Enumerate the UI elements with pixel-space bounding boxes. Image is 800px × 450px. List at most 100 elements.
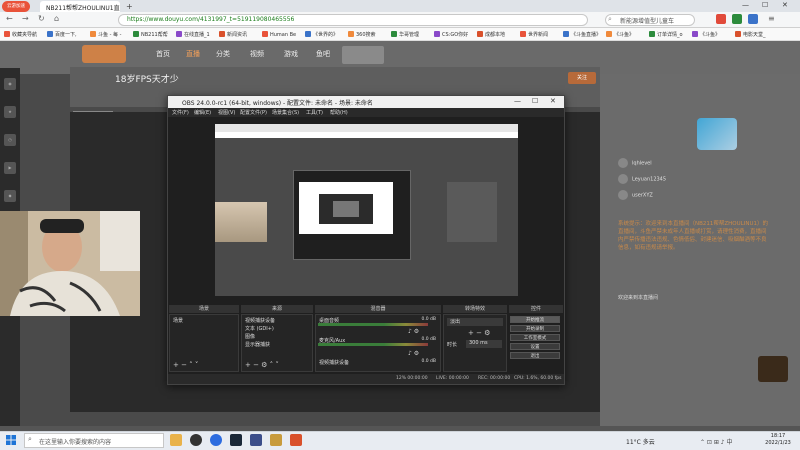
- event-badge[interactable]: [758, 356, 788, 382]
- menu-icon[interactable]: ≡: [768, 14, 775, 23]
- bookmark-item[interactable]: 成都本地: [477, 31, 505, 38]
- studio-mode-button[interactable]: 工作室模式: [510, 334, 560, 341]
- obs-app-icon[interactable]: [190, 434, 202, 446]
- start-streaming-button[interactable]: 开始推流: [510, 316, 560, 323]
- follow-button[interactable]: 关注: [568, 72, 596, 84]
- taskbar-search[interactable]: 在这里输入你要搜索的内容: [24, 433, 164, 448]
- menu-profile[interactable]: 配置文件(P): [240, 109, 267, 116]
- home-icon[interactable]: ⌂: [54, 14, 59, 23]
- obs-preview[interactable]: [215, 124, 518, 296]
- source-item[interactable]: 文本 (GDI+): [245, 325, 274, 332]
- bookmark-item[interactable]: CS:GO你好: [434, 31, 468, 38]
- mixer-channel-db: 0.0 dB: [421, 317, 436, 322]
- bookmark-item[interactable]: 新闻资讯: [219, 31, 247, 38]
- bookmark-label: CS:GO你好: [442, 32, 469, 38]
- nav-live[interactable]: 直播: [186, 49, 200, 59]
- menu-file[interactable]: 文件(F): [172, 109, 189, 116]
- maximize-icon[interactable]: ☐: [762, 1, 768, 9]
- obs-minimize-icon[interactable]: —: [514, 97, 521, 105]
- bookmark-item[interactable]: 百度一下,: [47, 31, 77, 38]
- obs-maximize-icon[interactable]: ☐: [532, 97, 538, 105]
- transition-controls[interactable]: + − ⚙: [468, 329, 490, 337]
- app-icon[interactable]: [250, 434, 262, 446]
- menu-edit[interactable]: 编辑(E): [194, 109, 211, 116]
- douyu-logo[interactable]: [82, 45, 126, 63]
- close-icon[interactable]: ✕: [782, 1, 788, 9]
- bookmark-item[interactable]: 收藏夹导航: [4, 31, 37, 38]
- promo-banner[interactable]: [342, 46, 384, 64]
- sidebar-video-icon[interactable]: ▶: [4, 162, 16, 174]
- bookmark-item[interactable]: 在线直播_1: [176, 31, 210, 38]
- forward-icon[interactable]: →: [22, 14, 29, 23]
- file-explorer-icon[interactable]: [170, 434, 182, 446]
- nav-game[interactable]: 游戏: [284, 49, 298, 59]
- app-icon[interactable]: [270, 434, 282, 446]
- speaker-icon[interactable]: ♪ ⚙: [408, 350, 419, 357]
- start-recording-button[interactable]: 开始录制: [510, 325, 560, 332]
- mixer-meter: [318, 343, 428, 346]
- steam-icon[interactable]: [230, 434, 242, 446]
- back-icon[interactable]: ←: [6, 14, 13, 23]
- search-input[interactable]: 新能源增值型儿童车: [605, 14, 695, 26]
- duration-input[interactable]: 300 ms: [466, 340, 502, 348]
- taskbar-clock[interactable]: 18:17 2022/1/23: [758, 433, 798, 447]
- source-controls[interactable]: + − ⚙ ˄ ˅: [245, 361, 279, 369]
- reload-icon[interactable]: ↻: [38, 14, 45, 23]
- nav-home[interactable]: 首页: [156, 49, 170, 59]
- menu-help[interactable]: 帮助(H): [330, 109, 348, 116]
- bookmark-item[interactable]: Human Be: [262, 31, 296, 38]
- bookmark-item[interactable]: 《斗鱼》: [692, 31, 720, 38]
- status-cpu: CPU: 1.6%, 60.00 fps: [514, 376, 562, 381]
- bookmark-label: 360搜索: [356, 32, 376, 38]
- sidebar-home-icon[interactable]: ◉: [4, 78, 16, 90]
- duration-label: 时长: [447, 342, 458, 348]
- app-icon[interactable]: [290, 434, 302, 446]
- source-item[interactable]: 视频捕获设备: [245, 317, 275, 324]
- accelerator-badge[interactable]: 云游加速: [2, 1, 30, 12]
- scene-controls[interactable]: + − ˄ ˅: [173, 361, 198, 369]
- obs-close-icon[interactable]: ✕: [550, 97, 556, 105]
- transition-select[interactable]: 淡出: [447, 318, 503, 326]
- extension-icon[interactable]: [732, 14, 742, 24]
- new-tab-button[interactable]: +: [126, 2, 133, 11]
- sidebar-follow-icon[interactable]: ★: [4, 106, 16, 118]
- speaker-icon[interactable]: ♪ ⚙: [408, 328, 419, 335]
- extension-icon[interactable]: [716, 14, 726, 24]
- source-item[interactable]: 显示器捕获: [245, 341, 270, 348]
- sidebar-history-icon[interactable]: ◷: [4, 134, 16, 146]
- source-item[interactable]: 图像: [245, 333, 255, 340]
- exit-button[interactable]: 退出: [510, 352, 560, 359]
- bookmark-item[interactable]: 《斗鱼直播》: [563, 31, 601, 38]
- extension-icon[interactable]: [748, 14, 758, 24]
- scene-item[interactable]: 场景: [173, 317, 183, 324]
- bookmark-item[interactable]: 360搜索: [348, 31, 376, 38]
- menu-scene-collection[interactable]: 场景集合(S): [272, 109, 299, 116]
- bookmark-item[interactable]: 华哥管理: [391, 31, 419, 38]
- tab-douyu[interactable]: NB211帮帮ZHOULINU1直 ×: [40, 1, 120, 12]
- minimize-icon[interactable]: —: [742, 1, 749, 9]
- bookmark-item[interactable]: 《斗鱼》: [606, 31, 634, 38]
- settings-button[interactable]: 设置: [510, 343, 560, 350]
- menu-tools[interactable]: 工具(T): [306, 109, 323, 116]
- nav-video[interactable]: 视频: [250, 49, 264, 59]
- sidebar-game-icon[interactable]: ◆: [4, 190, 16, 202]
- address-bar[interactable]: https://www.douyu.com/4131997_t=51911908…: [118, 14, 588, 26]
- mixer-dock-title: 混音器: [315, 305, 441, 313]
- bookmark-item[interactable]: 世界新闻: [520, 31, 548, 38]
- webcam-overlay: [0, 211, 140, 316]
- bookmark-item[interactable]: NB211帮帮: [133, 31, 168, 38]
- bookmark-item[interactable]: 斗鱼 - 每 -: [90, 31, 121, 38]
- weather-widget[interactable]: 11°C 多云: [626, 437, 655, 446]
- nav-category[interactable]: 分类: [216, 49, 230, 59]
- menu-view[interactable]: 视图(V): [218, 109, 235, 116]
- nav-fishbar[interactable]: 鱼吧: [316, 49, 330, 59]
- bookmark-item[interactable]: 《世界的》: [305, 31, 338, 38]
- promo-sticker[interactable]: [697, 118, 737, 150]
- tray-icons[interactable]: ⌃ ⊡ ⊞ ♪ 中: [700, 437, 733, 446]
- bookmark-item[interactable]: 订单详情_o: [649, 31, 683, 38]
- bookmark-item[interactable]: 电影天堂_: [735, 31, 766, 38]
- obs-window[interactable]: OBS 24.0.0-rc1 (64-bit, windows) - 配置文件:…: [167, 95, 565, 385]
- browser-app-icon[interactable]: [210, 434, 222, 446]
- windows-start-icon[interactable]: [6, 435, 16, 445]
- obs-menubar: 文件(F) 编辑(E) 视图(V) 配置文件(P) 场景集合(S) 工具(T) …: [168, 108, 564, 117]
